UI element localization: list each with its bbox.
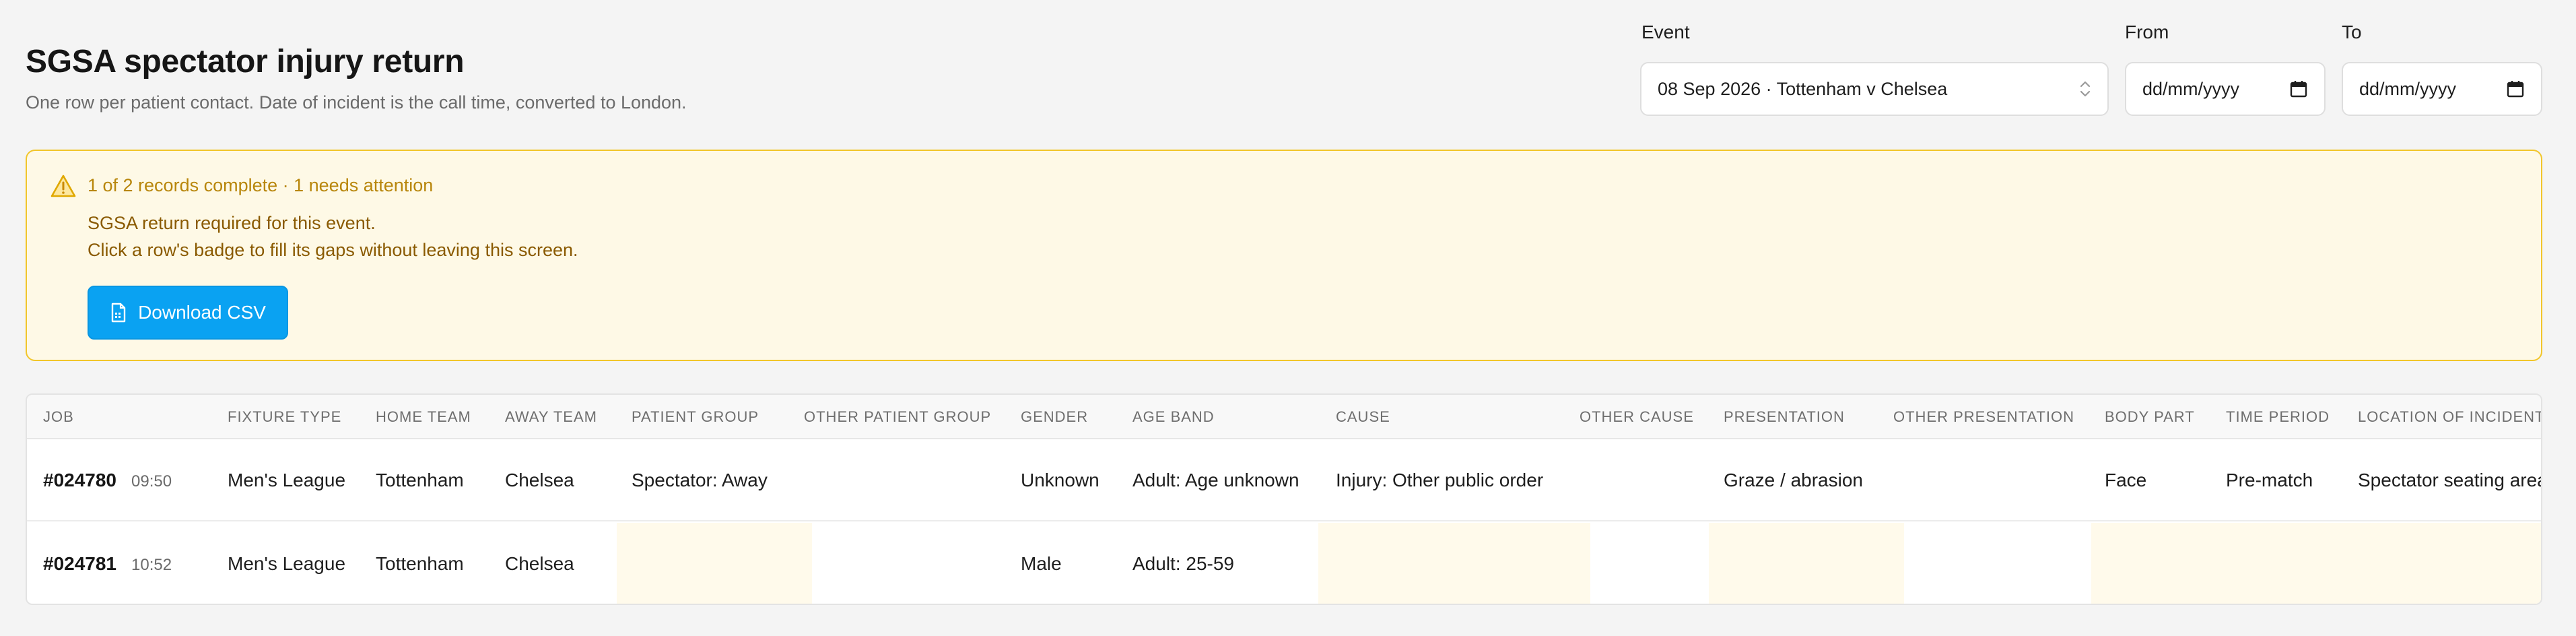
to-date-input[interactable]: dd/mm/yyyy: [2342, 62, 2542, 116]
alert-message-line: Click a row's badge to fill its gaps wit…: [88, 240, 578, 260]
table-header: JOB FIXTURE TYPE HOME TEAM AWAY TEAM PAT…: [27, 395, 2541, 439]
alert-headline: 1 of 2 records complete · 1 needs attent…: [88, 175, 434, 195]
download-csv-button[interactable]: Download CSV: [88, 286, 288, 340]
column-header-time-period[interactable]: TIME PERIOD: [2226, 395, 2330, 439]
attention-alert: 1 of 2 records complete · 1 needs attent…: [26, 150, 2542, 361]
column-header-other-cause[interactable]: OTHER CAUSE: [1580, 395, 1694, 439]
event-select-value: 08 Sep 2026 · Tottenham v Chelsea: [1658, 78, 1948, 99]
away-team-cell: Chelsea: [505, 553, 574, 574]
fixture-type-cell: Men's League: [228, 553, 346, 574]
location-cell: Spectator seating area: [2358, 470, 2542, 490]
alert-message-line: SGSA return required for this event.: [88, 213, 376, 233]
table-row[interactable]: #024781 10:52 Men's League Tottenham Chel…: [27, 523, 2541, 604]
from-date-placeholder: dd/mm/yyyy: [2142, 78, 2240, 99]
to-label: To: [2342, 22, 2362, 42]
fixture-type-cell: Men's League: [228, 470, 346, 490]
job-time: 09:50: [131, 472, 172, 490]
calendar-icon[interactable]: [2289, 80, 2308, 98]
age-band-cell: Adult: 25-59: [1132, 553, 1234, 574]
page-subtitle: One row per patient contact. Date of inc…: [26, 92, 687, 113]
column-header-gender[interactable]: GENDER: [1021, 395, 1088, 439]
missing-field-highlight[interactable]: [1318, 523, 1590, 604]
column-header-body-part[interactable]: BODY PART: [2105, 395, 2195, 439]
event-label: Event: [1641, 22, 1690, 42]
missing-field-highlight[interactable]: [2091, 523, 2541, 604]
job-cell[interactable]: #024781 10:52: [43, 523, 172, 604]
home-team-cell: Tottenham: [376, 470, 464, 490]
sgsa-records-table: JOB FIXTURE TYPE HOME TEAM AWAY TEAM PAT…: [26, 393, 2542, 605]
job-id: #024781: [43, 553, 117, 574]
updown-chevron-icon: [2079, 79, 2091, 99]
column-header-cause[interactable]: CAUSE: [1336, 395, 1390, 439]
calendar-icon[interactable]: [2506, 80, 2525, 98]
column-header-age-band[interactable]: AGE BAND: [1132, 395, 1215, 439]
patient-group-cell: Spectator: Away: [632, 470, 768, 490]
page-title: SGSA spectator injury return: [26, 44, 465, 80]
body-part-cell: Face: [2105, 470, 2147, 490]
column-header-fixture-type[interactable]: FIXTURE TYPE: [228, 395, 341, 439]
cause-cell: Injury: Other public order: [1336, 470, 1544, 490]
column-header-away-team[interactable]: AWAY TEAM: [505, 395, 597, 439]
column-header-job[interactable]: JOB: [43, 395, 74, 439]
gender-cell: Unknown: [1021, 470, 1099, 490]
age-band-cell: Adult: Age unknown: [1132, 470, 1299, 490]
missing-field-highlight[interactable]: [617, 523, 812, 604]
column-header-other-patient-group[interactable]: OTHER PATIENT GROUP: [804, 395, 991, 439]
time-period-cell: Pre-match: [2226, 470, 2313, 490]
to-date-placeholder: dd/mm/yyyy: [2359, 78, 2457, 99]
table-row[interactable]: #024780 09:50 Men's League Tottenham Chel…: [27, 439, 2541, 521]
home-team-cell: Tottenham: [376, 553, 464, 574]
presentation-cell: Graze / abrasion: [1724, 470, 1863, 490]
column-header-patient-group[interactable]: PATIENT GROUP: [632, 395, 759, 439]
column-header-home-team[interactable]: HOME TEAM: [376, 395, 471, 439]
job-time: 10:52: [131, 556, 172, 574]
away-team-cell: Chelsea: [505, 470, 574, 490]
job-id: #024780: [43, 470, 117, 490]
download-csv-label: Download CSV: [138, 302, 266, 323]
from-label: From: [2125, 22, 2169, 42]
from-date-input[interactable]: dd/mm/yyyy: [2125, 62, 2326, 116]
csv-file-icon: [111, 303, 126, 323]
job-cell[interactable]: #024780 09:50: [43, 439, 172, 521]
column-header-presentation[interactable]: PRESENTATION: [1724, 395, 1845, 439]
column-header-other-presentation[interactable]: OTHER PRESENTATION: [1893, 395, 2074, 439]
event-select[interactable]: 08 Sep 2026 · Tottenham v Chelsea: [1640, 62, 2109, 116]
warning-triangle-icon: [50, 174, 76, 197]
missing-field-highlight[interactable]: [1709, 523, 1904, 604]
gender-cell: Male: [1021, 553, 1062, 574]
column-header-location[interactable]: LOCATION OF INCIDENT: [2358, 395, 2541, 439]
